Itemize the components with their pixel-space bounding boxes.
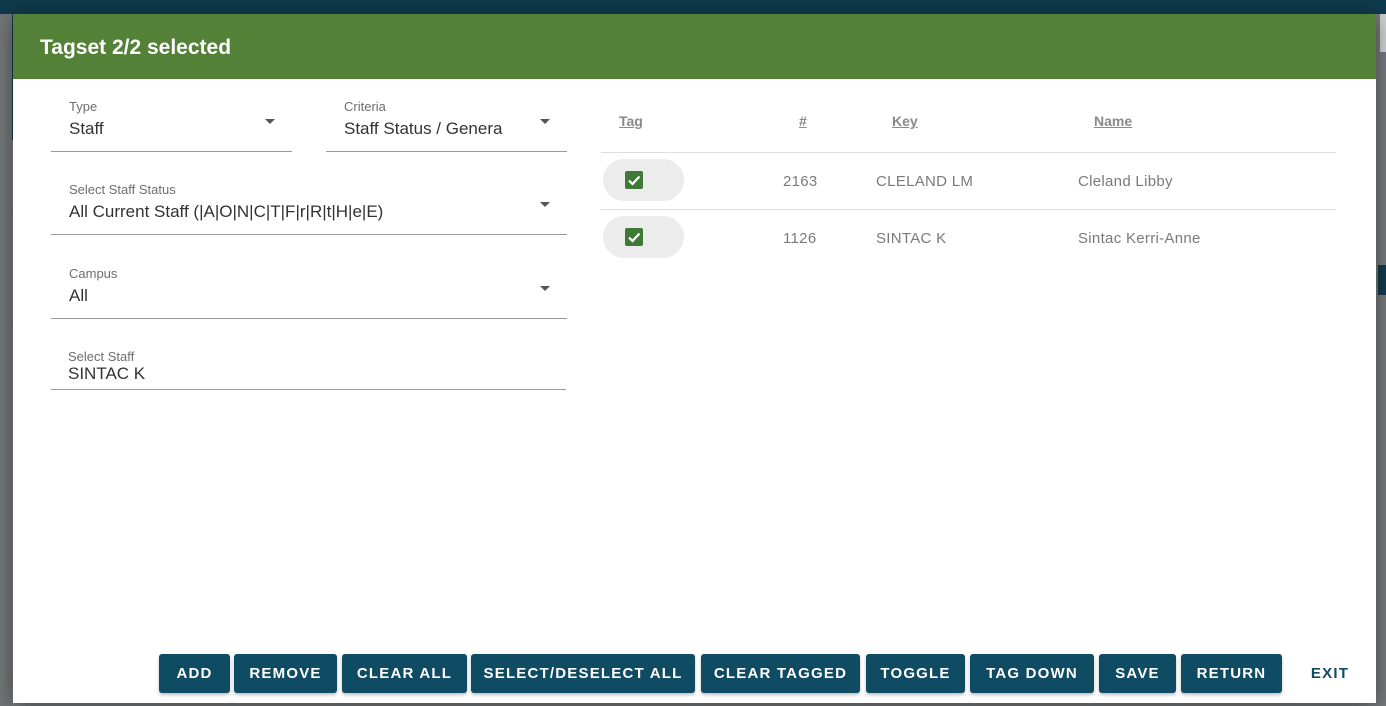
dialog-header: Tagset 2/2 selected <box>13 14 1376 79</box>
add-button[interactable]: ADD <box>159 654 230 693</box>
select-staff-label: Select Staff <box>68 349 135 364</box>
return-button[interactable]: RETURN <box>1181 654 1282 693</box>
background-left-edge <box>0 14 12 706</box>
tag-toggle[interactable] <box>603 216 684 258</box>
chevron-down-icon <box>265 119 275 124</box>
type-select[interactable]: Type Staff <box>51 96 292 152</box>
chevron-down-icon <box>540 119 550 124</box>
row-key: SINTAC K <box>876 230 947 247</box>
column-header-key[interactable]: Key <box>892 113 918 129</box>
type-label: Type <box>69 99 98 114</box>
tag-toggle[interactable] <box>603 159 684 201</box>
row-key: CLELAND LM <box>876 173 974 190</box>
staff-status-value: All Current Staff (|A|O|N|C|T|F|r|R|t|H|… <box>69 202 384 221</box>
criteria-select[interactable]: Criteria Staff Status / Genera <box>326 96 567 152</box>
checkbox-checked-icon[interactable] <box>625 228 643 246</box>
select-deselect-all-button[interactable]: SELECT/DESELECT ALL <box>471 654 695 693</box>
clear-tagged-button[interactable]: CLEAR TAGGED <box>701 654 860 693</box>
row-name: Sintac Kerri-Anne <box>1078 230 1201 247</box>
tagset-dialog: Tagset 2/2 selected Type Staff Criteria … <box>13 14 1376 703</box>
exit-button[interactable]: EXIT <box>1300 654 1360 693</box>
type-value: Staff <box>69 119 104 138</box>
row-number: 1126 <box>783 230 817 247</box>
staff-status-label: Select Staff Status <box>69 182 176 197</box>
clear-all-button[interactable]: CLEAR ALL <box>342 654 467 693</box>
campus-value: All <box>69 286 88 305</box>
chevron-down-icon <box>540 202 550 207</box>
dialog-title: Tagset 2/2 selected <box>40 36 232 59</box>
column-header-tag[interactable]: Tag <box>619 113 643 129</box>
row-name: Cleland Libby <box>1078 173 1173 190</box>
campus-label: Campus <box>69 266 118 281</box>
background-button-edge <box>1378 265 1386 295</box>
save-button[interactable]: SAVE <box>1099 654 1176 693</box>
toggle-button[interactable]: TOGGLE <box>866 654 965 693</box>
staff-status-select[interactable]: Select Staff Status All Current Staff (|… <box>51 179 567 235</box>
table-divider <box>601 152 1336 153</box>
checkbox-checked-icon[interactable] <box>625 171 643 189</box>
criteria-value: Staff Status / Genera <box>344 119 503 138</box>
chevron-down-icon <box>540 286 550 291</box>
select-staff-input[interactable]: Select Staff SINTAC K <box>51 347 566 390</box>
row-number: 2163 <box>783 173 818 190</box>
remove-button[interactable]: REMOVE <box>234 654 337 693</box>
table-divider <box>601 209 1336 210</box>
column-header-number[interactable]: # <box>799 113 807 129</box>
background-scrollbar <box>1380 14 1386 52</box>
campus-select[interactable]: Campus All <box>51 263 567 319</box>
select-staff-value: SINTAC K <box>68 364 146 383</box>
tag-down-button[interactable]: TAG DOWN <box>970 654 1094 693</box>
criteria-label: Criteria <box>344 99 386 114</box>
column-header-name[interactable]: Name <box>1094 113 1132 129</box>
